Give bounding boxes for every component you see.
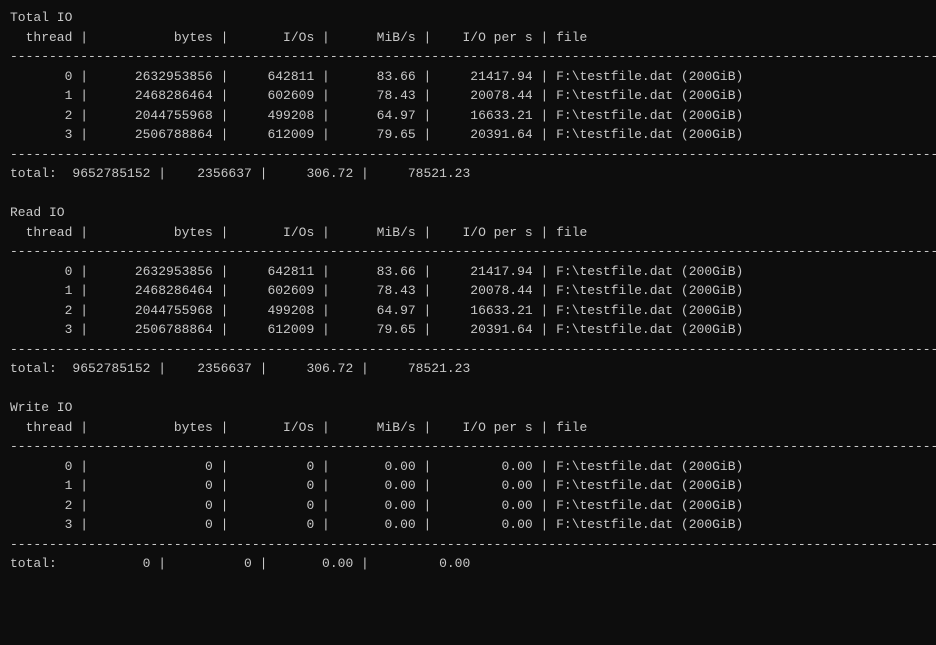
section-2: Write IO thread | bytes | I/Os | MiB/s |… [10, 398, 926, 574]
section-0: Total IO thread | bytes | I/Os | MiB/s |… [10, 8, 926, 203]
section-1: Read IO thread | bytes | I/Os | MiB/s | … [10, 203, 926, 398]
main-container: Total IO thread | bytes | I/Os | MiB/s |… [10, 8, 926, 574]
